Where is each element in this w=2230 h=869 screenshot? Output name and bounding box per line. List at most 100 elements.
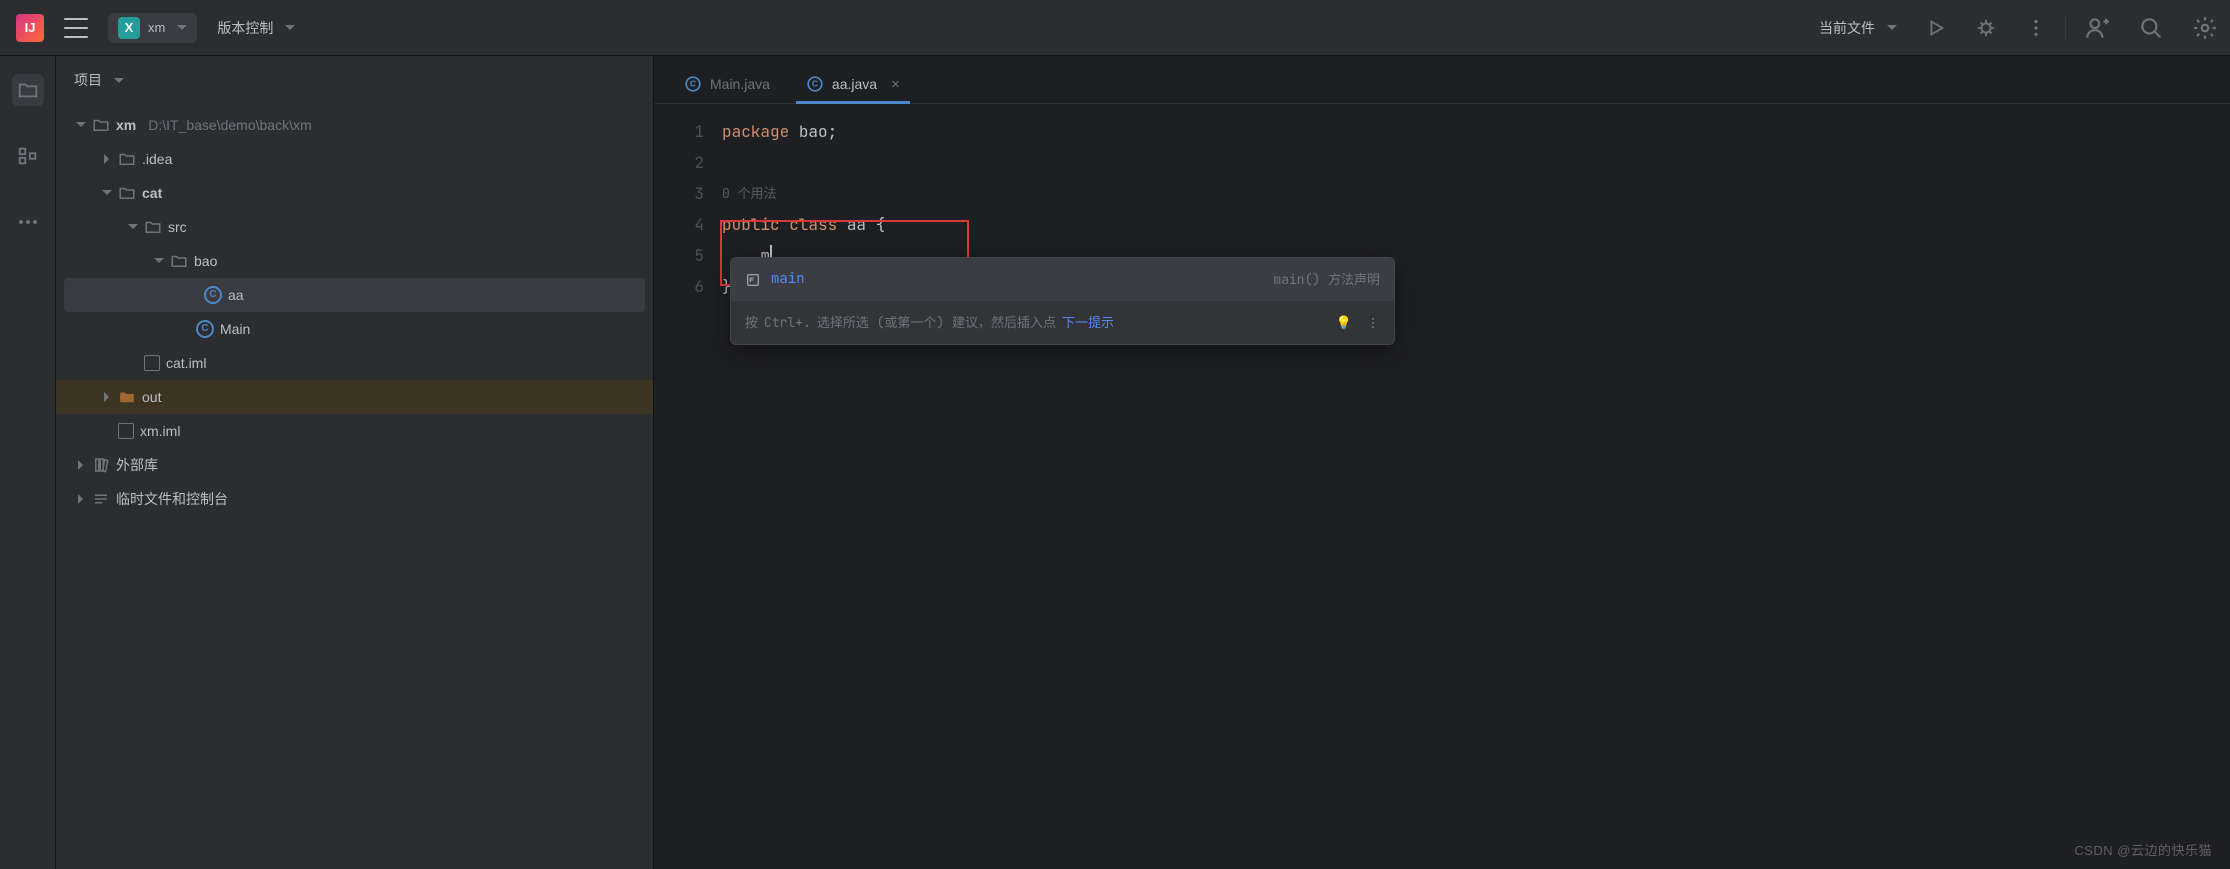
more-icon[interactable] (2025, 17, 2047, 39)
expand-arrow-icon[interactable] (152, 255, 164, 267)
vcs-label: 版本控制 (217, 18, 273, 38)
structure-tool-button[interactable] (12, 140, 44, 172)
tree-root-path: D:\IT_base\demo\back\xm (148, 117, 311, 134)
tree-item-src[interactable]: src (56, 210, 653, 244)
tree-item-xm.iml[interactable]: xm.iml (56, 414, 653, 448)
tab-label: Main.java (710, 76, 770, 92)
next-tip-link[interactable]: 下一提示 (1062, 307, 1114, 338)
project-tool-button[interactable] (12, 74, 44, 106)
tree-item-aa[interactable]: Caa (64, 278, 645, 312)
keyword: class (789, 214, 847, 235)
tree-label: cat (142, 185, 162, 202)
expand-arrow-icon[interactable] (126, 221, 138, 233)
tree-label: 外部库 (116, 457, 158, 474)
project-panel-header[interactable]: 项目 (56, 56, 653, 104)
bulb-icon[interactable]: 💡 (1336, 307, 1352, 338)
tab-aa.java[interactable]: Caa.java× (788, 65, 918, 103)
tree-item-cat.iml[interactable]: cat.iml (56, 346, 653, 380)
chevron-down-icon (177, 25, 187, 30)
expand-arrow-icon[interactable] (100, 153, 112, 165)
tree-label: bao (194, 253, 217, 270)
tree-item-bao[interactable]: bao (56, 244, 653, 278)
code-area[interactable]: 123456 package bao; 0 个用法 public class a… (654, 104, 2230, 869)
completion-label: main (771, 264, 805, 295)
gear-icon[interactable] (2192, 15, 2218, 41)
libs-icon (92, 456, 110, 474)
class-icon: C (196, 320, 214, 338)
code-text: aa { (847, 214, 885, 235)
dots-icon (19, 220, 37, 224)
add-user-icon[interactable] (2084, 15, 2110, 41)
expand-arrow-icon[interactable] (74, 459, 86, 471)
toolbar-divider (2065, 16, 2066, 40)
completion-item[interactable]: main main() 方法声明 (731, 258, 1394, 301)
class-icon: C (685, 76, 700, 91)
app-logo: IJ (16, 14, 44, 42)
project-badge: X (118, 17, 140, 39)
hint-key: Ctrl+. (764, 307, 811, 338)
tree-label: src (168, 219, 187, 236)
keyword: package (722, 121, 799, 142)
run-icon[interactable] (1925, 17, 1947, 39)
template-icon (745, 272, 761, 288)
completion-hint: 按 Ctrl+. 选择所选 (或第一个) 建议，然后插入点 下一提示 💡 (731, 301, 1394, 344)
vcs-menu[interactable]: 版本控制 (217, 18, 295, 38)
expand-arrow-icon[interactable] (74, 119, 86, 131)
project-name: xm (148, 20, 165, 35)
tab-Main.java[interactable]: C Main.java (666, 65, 788, 103)
file-icon (118, 423, 134, 439)
folder-icon (170, 252, 188, 270)
tree-label: Main (220, 321, 250, 338)
current-file-label: 当前文件 (1819, 18, 1875, 38)
completion-popup: main main() 方法声明 按 Ctrl+. 选择所选 (或第一个) 建议… (730, 257, 1395, 345)
tree-label: .idea (142, 151, 172, 168)
tree-label: 临时文件和控制台 (116, 491, 228, 508)
project-panel: 项目 xm D:\IT_base\demo\back\xm .idea catsr… (56, 56, 654, 869)
hint-text: 选择所选 (或第一个) 建议，然后插入点 (817, 307, 1056, 338)
code-body[interactable]: package bao; 0 个用法 public class aa { m }… (722, 104, 2230, 869)
expand-arrow-icon[interactable] (74, 493, 86, 505)
structure-icon (17, 145, 39, 167)
folder-icon (92, 116, 110, 134)
project-selector[interactable]: X xm (108, 13, 197, 43)
keyword: public (722, 214, 789, 235)
expand-arrow-icon[interactable] (100, 391, 112, 403)
tree-item-out[interactable]: out (56, 380, 653, 414)
tree-root[interactable]: xm D:\IT_base\demo\back\xm (56, 108, 653, 142)
tree-item-cat[interactable]: cat (56, 176, 653, 210)
project-tree: xm D:\IT_base\demo\back\xm .idea catsrcba… (56, 104, 653, 520)
tree-label: cat.iml (166, 355, 206, 372)
chevron-down-icon (285, 25, 295, 30)
run-config-selector[interactable]: 当前文件 (1819, 18, 1897, 38)
file-icon (144, 355, 160, 371)
expand-arrow-icon[interactable] (100, 187, 112, 199)
chevron-down-icon (114, 78, 124, 83)
main-area: 项目 xm D:\IT_base\demo\back\xm .idea catsr… (0, 56, 2230, 869)
tree-external-libs[interactable]: 外部库 (56, 448, 653, 482)
editor-tabs: C Main.java Caa.java× (654, 56, 2230, 104)
main-menu-icon[interactable] (64, 18, 88, 38)
tree-item-Main[interactable]: C Main (56, 312, 653, 346)
left-tool-rail (0, 56, 56, 869)
more-icon[interactable] (1366, 316, 1380, 330)
close-icon[interactable]: × (891, 76, 900, 93)
folder-icon (118, 150, 136, 168)
completion-meta: main() 方法声明 (1273, 264, 1380, 295)
chevron-down-icon (1887, 25, 1897, 30)
debug-icon[interactable] (1975, 17, 1997, 39)
search-icon[interactable] (2138, 15, 2164, 41)
folder-icon (17, 79, 39, 101)
tree-root-name: xm (116, 117, 136, 134)
tree-item-.idea[interactable]: .idea (56, 142, 653, 176)
usages-inlay[interactable]: 0 个用法 (722, 178, 2230, 209)
code-text: bao; (799, 121, 837, 142)
more-tools-button[interactable] (12, 206, 44, 238)
tree-label: xm.iml (140, 423, 180, 440)
class-icon: C (807, 76, 822, 91)
tree-scratches[interactable]: 临时文件和控制台 (56, 482, 653, 516)
folder-icon (144, 218, 162, 236)
gutter: 123456 (654, 104, 722, 869)
topbar: IJ X xm 版本控制 当前文件 (0, 0, 2230, 56)
folder-icon (118, 388, 136, 406)
tree-label: out (142, 389, 161, 406)
